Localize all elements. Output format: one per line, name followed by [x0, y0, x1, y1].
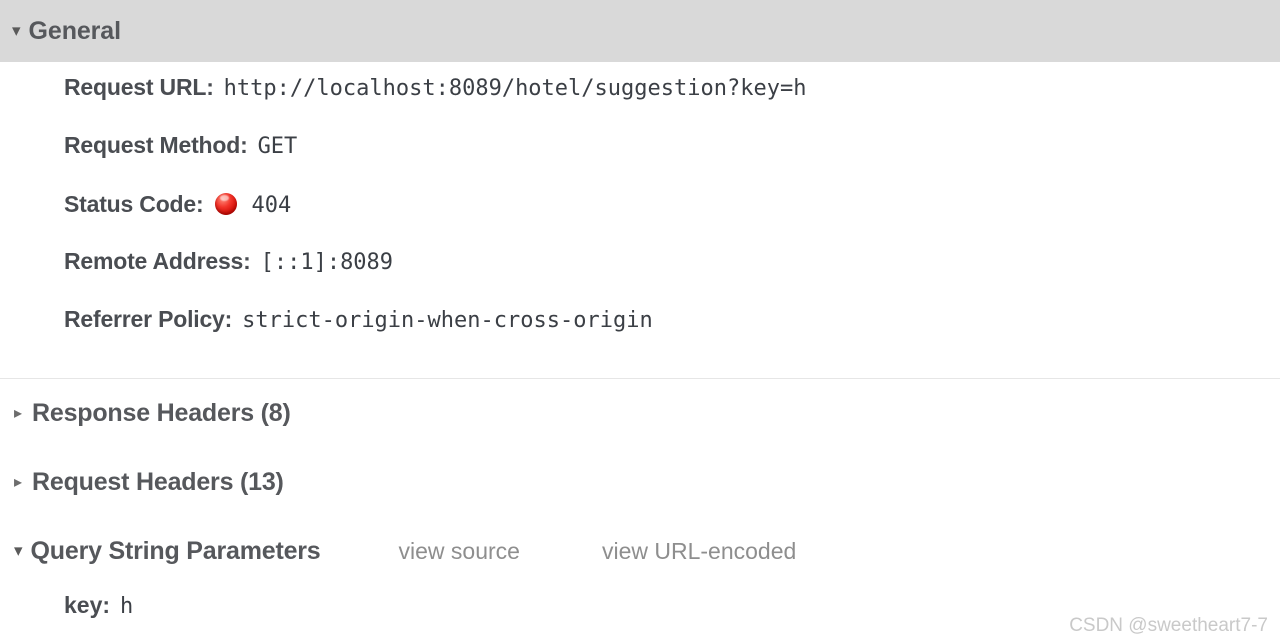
triangle-down-icon: ▾: [14, 541, 23, 560]
view-url-encoded-link[interactable]: view URL-encoded: [602, 538, 796, 565]
detail-row-request-method: Request Method: GET: [0, 132, 1280, 190]
detail-label: Request URL:: [64, 74, 214, 100]
section-title-query-string-parameters: Query String Parameters: [30, 537, 321, 565]
red-circle-icon: [215, 193, 238, 215]
detail-value-referrer-policy: strict-origin-when-cross-origin: [242, 308, 653, 333]
triangle-down-icon: ▾: [12, 20, 21, 40]
section-title-general: General: [28, 16, 122, 45]
section-header-request-headers[interactable]: ▸ Request Headers (13): [0, 448, 1280, 517]
triangle-right-icon: ▸: [14, 473, 23, 491]
section-header-general[interactable]: ▾ General: [0, 0, 1280, 62]
detail-row-referrer-policy: Referrer Policy: strict-origin-when-cros…: [0, 306, 1280, 364]
section-header-response-headers[interactable]: ▸ Response Headers (8): [0, 379, 1280, 448]
detail-label: Remote Address:: [64, 248, 251, 274]
detail-row-remote-address: Remote Address: [::1]:8089: [0, 248, 1280, 306]
detail-value-request-method: GET: [257, 134, 298, 159]
detail-row-request-url: Request URL: http://localhost:8089/hotel…: [0, 74, 1280, 132]
section-title-request-headers: Request Headers (13): [32, 468, 284, 496]
section-title-response-headers: Response Headers (8): [32, 399, 291, 427]
query-param-key: key:: [64, 592, 111, 618]
view-source-link[interactable]: view source: [399, 538, 520, 565]
detail-value-remote-address: [::1]:8089: [260, 250, 394, 275]
network-request-details-panel: ▾ General Request URL: http://localhost:…: [0, 0, 1280, 643]
detail-value-request-url: http://localhost:8089/hotel/suggestion?k…: [223, 76, 807, 101]
detail-value-status-code: 404: [251, 193, 292, 218]
detail-row-status-code: Status Code: 404: [0, 190, 1280, 248]
general-rows: Request URL: http://localhost:8089/hotel…: [0, 62, 1280, 378]
detail-label: Request Method:: [64, 132, 248, 158]
watermark-text: CSDN @sweetheart7-7: [1069, 615, 1268, 636]
query-param-value: h: [120, 594, 134, 619]
detail-label: Status Code:: [64, 191, 204, 217]
detail-label: Referrer Policy:: [64, 306, 233, 332]
section-header-query-string-parameters[interactable]: ▾ Query String Parameters view source vi…: [0, 517, 1280, 586]
triangle-right-icon: ▸: [14, 404, 23, 422]
